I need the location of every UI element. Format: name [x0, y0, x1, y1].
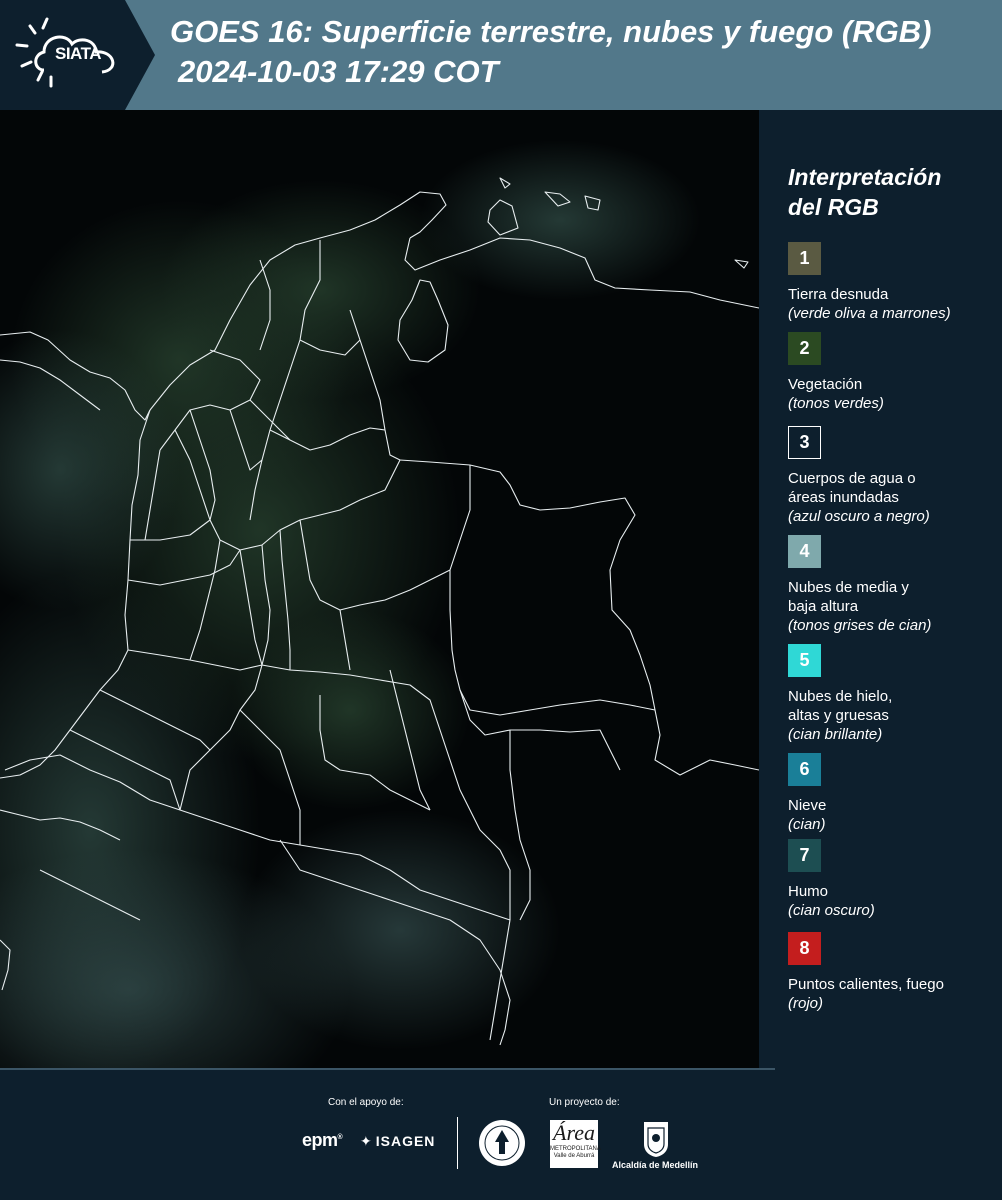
isagen-logo-text: ISAGEN	[375, 1133, 436, 1149]
area-logo-subtext2: Valle de Aburrá	[553, 1153, 595, 1159]
footer-vertical-divider	[457, 1117, 458, 1169]
university-seal-icon	[479, 1120, 525, 1166]
legend-swatch: 1	[788, 242, 821, 275]
legend-item-8: 8 Puntos calientes, fuego (rojo)	[788, 932, 998, 1013]
legend-label-line: Humo	[788, 883, 829, 900]
legend-swatch: 2	[788, 332, 821, 365]
legend-label-line: altas y gruesas	[788, 707, 889, 724]
legend-label-line: Vegetación	[788, 376, 863, 393]
legend-item-6: 6 Nieve (cian)	[788, 753, 998, 834]
legend-label-line: áreas inundadas	[788, 489, 899, 506]
medellin-coat-of-arms-icon	[644, 1122, 668, 1157]
legend-item-4: 4 Nubes de media y baja altura (tonos grise…	[788, 535, 998, 635]
legend-swatch: 8	[788, 932, 821, 965]
legend-swatch: 3	[788, 426, 821, 459]
area-logo-text: Área	[553, 1120, 595, 1145]
project-label: Un proyecto de:	[549, 1097, 620, 1108]
legend-item-7: 7 Humo (cian oscuro)	[788, 839, 998, 920]
area-metropolitana-logo: Área METROPOLITANA Valle de Aburrá	[550, 1120, 601, 1168]
isagen-mark-icon: ✦	[360, 1133, 373, 1149]
isagen-logo: ✦ ISAGEN	[360, 1133, 435, 1150]
legend-label-line: Nubes de media y	[788, 579, 909, 596]
legend-label-line: baja altura	[788, 598, 859, 615]
legend-item-5: 5 Nubes de hielo, altas y gruesas (cian bri…	[788, 644, 998, 744]
legend-label-line: Puntos calientes, fuego	[788, 976, 944, 993]
legend-sublabel: (rojo)	[788, 995, 824, 1012]
legend-title-line2: del RGB	[788, 194, 879, 220]
legend-label: Nubes de hielo, altas y gruesas (cian bril…	[788, 687, 998, 744]
alcaldia-label: Alcaldía de Medellín	[612, 1160, 699, 1170]
legend-swatch: 6	[788, 753, 821, 786]
legend-label-line: Tierra desnuda	[788, 286, 889, 303]
header-bar: SIATA GOES 16: Superficie terrestre, nub…	[0, 0, 1002, 110]
page-title: GOES 16: Superficie terrestre, nubes y f…	[170, 14, 932, 49]
legend-label: Tierra desnuda (verde oliva a marrones)	[788, 285, 998, 323]
legend-item-3: 3 Cuerpos de agua o áreas inundadas (azul o…	[788, 426, 998, 526]
epm-logo: epm®	[302, 1130, 343, 1150]
siata-logo: SIATA	[0, 0, 160, 110]
legend-swatch: 4	[788, 535, 821, 568]
page-timestamp: 2024-10-03 17:29 COT	[178, 54, 499, 89]
legend-item-2: 2 Vegetación (tonos verdes)	[788, 332, 998, 413]
legend-sublabel: (tonos grises de cian)	[788, 617, 932, 634]
legend-item-1: 1 Tierra desnuda (verde oliva a marrones)	[788, 242, 998, 323]
epm-logo-text: epm	[302, 1130, 338, 1150]
legend-title: Interpretación del RGB	[788, 162, 988, 222]
legend-sublabel: (cian oscuro)	[788, 902, 875, 919]
legend-label: Humo (cian oscuro)	[788, 882, 998, 920]
area-logo-subtext: METROPOLITANA	[550, 1146, 601, 1152]
legend-label-line: Nubes de hielo,	[788, 688, 893, 705]
legend-sublabel: (tonos verdes)	[788, 395, 884, 412]
legend-title-line1: Interpretación	[788, 164, 942, 190]
legend-sublabel: (verde oliva a marrones)	[788, 305, 951, 322]
legend-sublabel: (azul oscuro a negro)	[788, 508, 930, 525]
legend-label-line: Cuerpos de agua o	[788, 470, 916, 487]
footer-divider-line	[0, 1068, 775, 1070]
legend-label: Puntos calientes, fuego (rojo)	[788, 975, 998, 1013]
satellite-map-image	[0, 110, 759, 1070]
legend-label: Vegetación (tonos verdes)	[788, 375, 998, 413]
legend-sublabel: (cian brillante)	[788, 726, 883, 743]
legend-label: Cuerpos de agua o áreas inundadas (azul os…	[788, 469, 998, 526]
legend-label: Nubes de media y baja altura (tonos grises…	[788, 578, 998, 635]
siata-logo-text: SIATA	[55, 44, 101, 63]
legend-swatch: 7	[788, 839, 821, 872]
legend-sublabel: (cian)	[788, 816, 826, 833]
legend-label: Nieve (cian)	[788, 796, 998, 834]
satellite-map	[0, 110, 759, 1070]
legend-label-line: Nieve	[788, 797, 827, 814]
legend-swatch: 5	[788, 644, 821, 677]
legend-panel: Interpretación del RGB 1 Tierra desnuda (v…	[760, 110, 1002, 1070]
support-label: Con el apoyo de:	[328, 1097, 404, 1108]
